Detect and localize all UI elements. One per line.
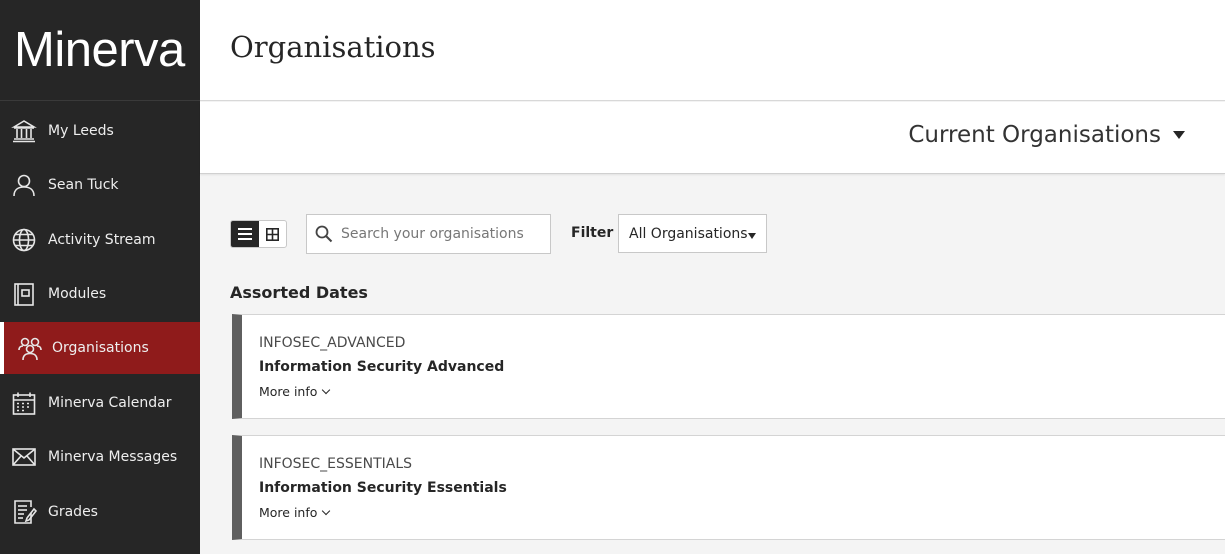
chevron-down-icon (322, 506, 331, 516)
institution-icon (10, 117, 38, 145)
more-info-button[interactable]: More info (259, 505, 331, 520)
sidebar-item-my-leeds[interactable]: My Leeds (0, 105, 200, 157)
list-view-button[interactable] (231, 221, 259, 247)
chevron-down-icon (322, 385, 331, 395)
book-icon (10, 280, 38, 308)
search-field (306, 214, 551, 254)
sidebar: Minerva My Leeds Sean Tuck Activity Stre… (0, 0, 200, 554)
sidebar-item-calendar[interactable]: Minerva Calendar (0, 377, 200, 429)
globe-icon (10, 226, 38, 254)
list-icon (237, 228, 252, 240)
organisation-code: INFOSEC_ESSENTIALS (259, 456, 413, 472)
sidebar-item-label: Minerva Messages (48, 449, 178, 465)
sidebar-item-modules[interactable]: Modules (0, 268, 200, 320)
organisation-name[interactable]: Information Security Essentials (259, 480, 507, 496)
sidebar-item-activity-stream[interactable]: Activity Stream (0, 214, 200, 266)
grid-icon (265, 227, 279, 241)
user-icon (10, 171, 38, 199)
sidebar-item-label: Activity Stream (48, 232, 156, 248)
search-input[interactable] (341, 226, 541, 242)
more-info-button[interactable]: More info (259, 384, 331, 399)
sidebar-item-label: Grades (48, 504, 98, 520)
caret-down-icon (748, 233, 756, 239)
sidebar-item-label: Organisations (52, 340, 149, 356)
term-header: Current Organisations (200, 102, 1225, 174)
filter-label: Filter (571, 225, 614, 241)
caret-down-icon (1173, 131, 1185, 139)
more-info-label: More info (259, 384, 318, 399)
more-info-label: More info (259, 505, 318, 520)
page-title: Organisations (230, 30, 436, 64)
organisation-card[interactable]: INFOSEC_ESSENTIALS Information Security … (232, 435, 1225, 540)
envelope-icon (10, 443, 38, 471)
view-toggle (230, 220, 287, 248)
section-title: Assorted Dates (230, 283, 368, 302)
organisation-name[interactable]: Information Security Advanced (259, 359, 504, 375)
sidebar-item-grades[interactable]: Grades (0, 486, 200, 538)
brand-logo[interactable]: Minerva (0, 0, 200, 101)
organisation-code: INFOSEC_ADVANCED (259, 335, 406, 351)
sidebar-item-label: My Leeds (48, 123, 114, 139)
sidebar-item-organisations[interactable]: Organisations (0, 322, 200, 374)
grades-icon (10, 498, 38, 526)
sidebar-item-messages[interactable]: Minerva Messages (0, 431, 200, 483)
page-header: Organisations (200, 0, 1225, 101)
search-icon (307, 225, 341, 243)
filter-value: All Organisations (629, 225, 748, 242)
brand-name: Minerva (14, 23, 185, 77)
people-icon (16, 334, 44, 362)
current-organisations-dropdown[interactable]: Current Organisations (908, 122, 1185, 148)
calendar-icon (10, 389, 38, 417)
sidebar-item-label: Minerva Calendar (48, 395, 172, 411)
filter-select[interactable]: All Organisations (618, 214, 767, 253)
sidebar-item-label: Sean Tuck (48, 177, 119, 193)
grid-view-button[interactable] (259, 221, 287, 247)
sidebar-item-label: Modules (48, 286, 107, 302)
sidebar-item-profile[interactable]: Sean Tuck (0, 159, 200, 211)
organisation-card[interactable]: INFOSEC_ADVANCED Information Security Ad… (232, 314, 1225, 419)
current-organisations-label: Current Organisations (908, 122, 1161, 148)
